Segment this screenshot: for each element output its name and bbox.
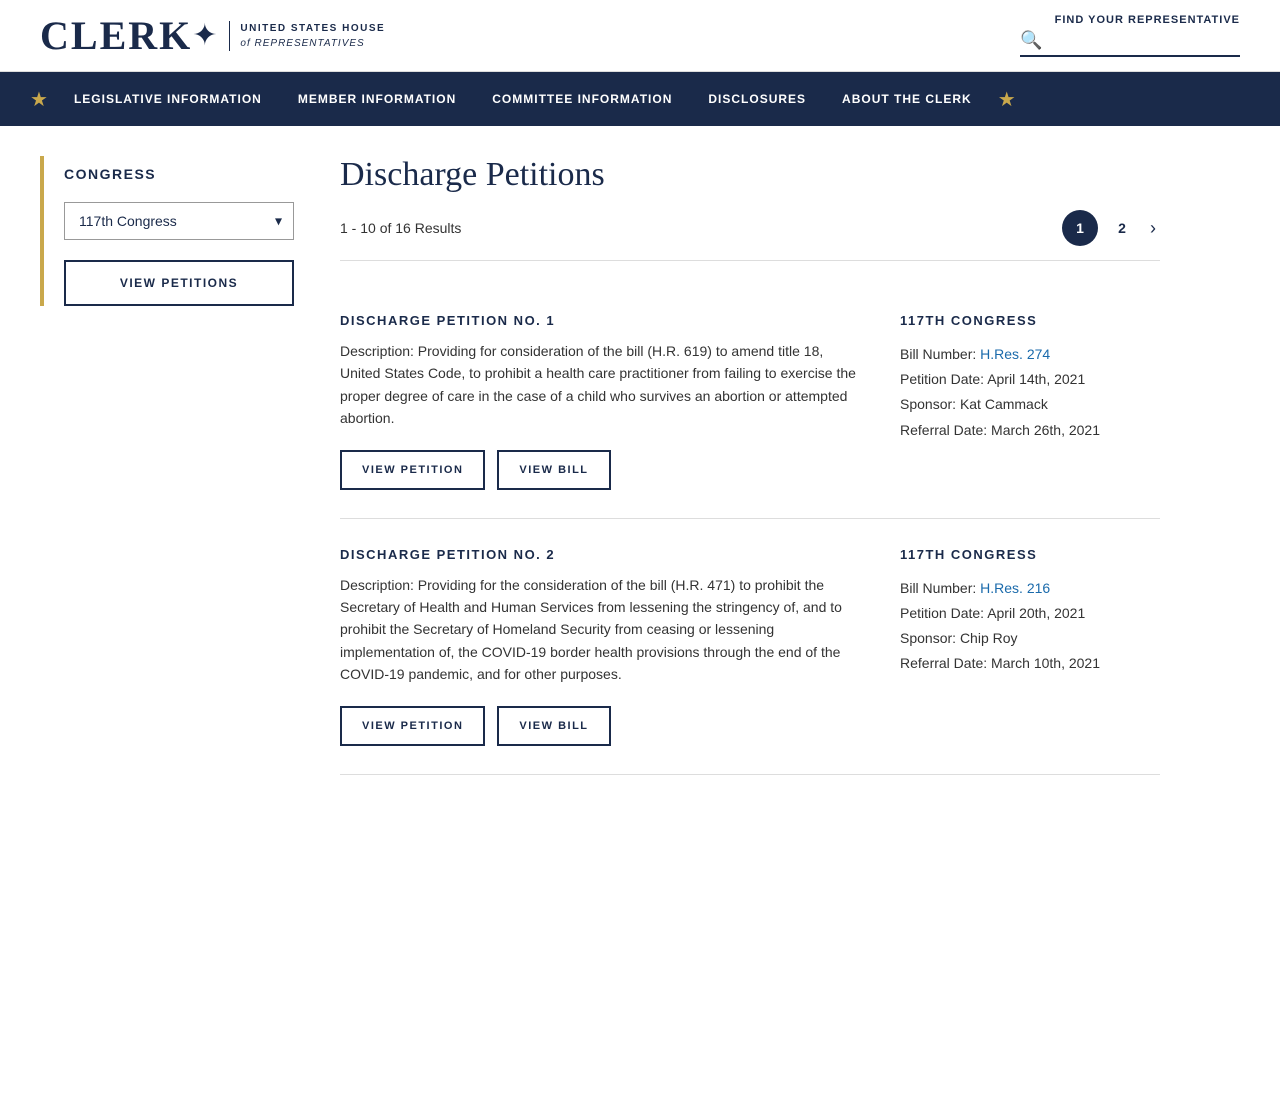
pagination-next-icon[interactable]: › xyxy=(1146,218,1160,239)
find-rep-area: FIND YOUR REPRESENTATIVE 🔍 xyxy=(1020,14,1240,57)
petitions-area: Discharge Petitions 1 - 10 of 16 Results… xyxy=(340,156,1160,775)
site-header: CLERK ✦ UNITED STATES HOUSE of REPRESENT… xyxy=(0,0,1280,72)
nav-star-left: ★ xyxy=(30,87,48,112)
petition-date-row-1: Petition Date: April 14th, 2021 xyxy=(900,367,1160,392)
logo-subtitle: UNITED STATES HOUSE of REPRESENTATIVES xyxy=(229,21,385,51)
petition-number-2: DISCHARGE PETITION NO. 2 xyxy=(340,547,860,562)
petition-left-2: DISCHARGE PETITION NO. 2 Description: Pr… xyxy=(340,547,860,746)
find-rep-input[interactable] xyxy=(1048,33,1228,49)
nav-item-disclosures[interactable]: DISCLOSURES xyxy=(690,92,824,106)
petition-description-1: Description: Providing for consideration… xyxy=(340,340,860,430)
congress-label-1: 117TH CONGRESS xyxy=(900,313,1160,328)
bill-number-row-2: Bill Number: H.Res. 216 xyxy=(900,576,1160,601)
results-pagination-bar: 1 - 10 of 16 Results 1 2 › xyxy=(340,210,1160,261)
page-1-button[interactable]: 1 xyxy=(1062,210,1098,246)
page-2-button[interactable]: 2 xyxy=(1104,210,1140,246)
nav-item-about[interactable]: ABOUT THE CLERK xyxy=(824,92,990,106)
main-nav: ★ LEGISLATIVE INFORMATION MEMBER INFORMA… xyxy=(0,72,1280,126)
petition-meta-2: Bill Number: H.Res. 216 Petition Date: A… xyxy=(900,576,1160,677)
pagination: 1 2 › xyxy=(1062,210,1160,246)
sponsor-row-1: Sponsor: Kat Cammack xyxy=(900,392,1160,417)
nav-star-right: ★ xyxy=(998,87,1016,112)
clerk-logo-text: CLERK xyxy=(40,12,192,59)
bill-number-link-1[interactable]: H.Res. 274 xyxy=(980,346,1050,362)
petition-buttons-1: VIEW PETITION VIEW BILL xyxy=(340,450,860,490)
bill-number-row-1: Bill Number: H.Res. 274 xyxy=(900,342,1160,367)
find-rep-label: FIND YOUR REPRESENTATIVE xyxy=(1020,14,1240,26)
logo-area: CLERK ✦ UNITED STATES HOUSE of REPRESENT… xyxy=(40,12,385,59)
nav-item-legislative[interactable]: LEGISLATIVE INFORMATION xyxy=(56,92,280,106)
sidebar-title: CONGRESS xyxy=(64,166,310,182)
main-content: CONGRESS 117th Congress 116th Congress 1… xyxy=(0,126,1200,805)
search-icon: 🔍 xyxy=(1020,30,1042,51)
bill-number-link-2[interactable]: H.Res. 216 xyxy=(980,580,1050,596)
results-count: 1 - 10 of 16 Results xyxy=(340,220,461,236)
petition-item-1: DISCHARGE PETITION NO. 1 Description: Pr… xyxy=(340,285,1160,519)
congress-select-wrap[interactable]: 117th Congress 116th Congress 115th Cong… xyxy=(64,202,294,240)
petition-meta-1: Bill Number: H.Res. 274 Petition Date: A… xyxy=(900,342,1160,443)
view-petitions-button[interactable]: VIEW PETITIONS xyxy=(64,260,294,306)
nav-item-member[interactable]: MEMBER INFORMATION xyxy=(280,92,474,106)
congress-label-2: 117TH CONGRESS xyxy=(900,547,1160,562)
petition-number-1: DISCHARGE PETITION NO. 1 xyxy=(340,313,860,328)
view-bill-1-button[interactable]: VIEW BILL xyxy=(497,450,610,490)
petition-description-2: Description: Providing for the considera… xyxy=(340,574,860,686)
feather-icon: ✦ xyxy=(192,18,217,53)
petition-right-2: 117TH CONGRESS Bill Number: H.Res. 216 P… xyxy=(900,547,1160,746)
view-petition-2-button[interactable]: VIEW PETITION xyxy=(340,706,485,746)
petition-buttons-2: VIEW PETITION VIEW BILL xyxy=(340,706,860,746)
sponsor-row-2: Sponsor: Chip Roy xyxy=(900,626,1160,651)
sidebar: CONGRESS 117th Congress 116th Congress 1… xyxy=(40,156,310,306)
referral-date-row-2: Referral Date: March 10th, 2021 xyxy=(900,651,1160,676)
nav-item-committee[interactable]: COMMITTEE INFORMATION xyxy=(474,92,690,106)
view-petition-1-button[interactable]: VIEW PETITION xyxy=(340,450,485,490)
page-title: Discharge Petitions xyxy=(340,156,1160,194)
congress-select[interactable]: 117th Congress 116th Congress 115th Cong… xyxy=(64,202,294,240)
petition-left-1: DISCHARGE PETITION NO. 1 Description: Pr… xyxy=(340,313,860,490)
find-rep-input-wrap: 🔍 xyxy=(1020,30,1240,57)
petition-date-row-2: Petition Date: April 20th, 2021 xyxy=(900,601,1160,626)
petition-right-1: 117TH CONGRESS Bill Number: H.Res. 274 P… xyxy=(900,313,1160,490)
petition-item-2: DISCHARGE PETITION NO. 2 Description: Pr… xyxy=(340,519,1160,775)
referral-date-row-1: Referral Date: March 26th, 2021 xyxy=(900,418,1160,443)
view-bill-2-button[interactable]: VIEW BILL xyxy=(497,706,610,746)
logo: CLERK ✦ xyxy=(40,12,217,59)
